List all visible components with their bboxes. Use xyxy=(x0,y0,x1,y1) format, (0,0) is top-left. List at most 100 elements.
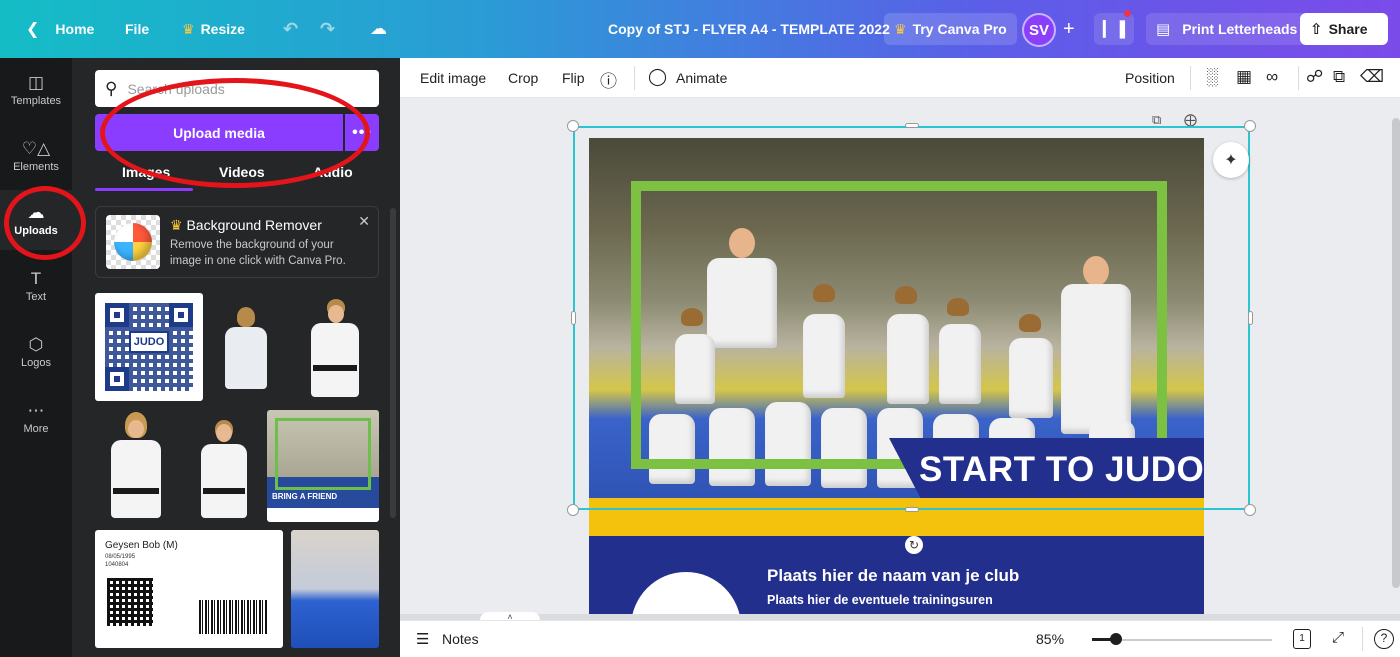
resize-handle[interactable] xyxy=(567,504,579,516)
close-icon[interactable]: ✕ xyxy=(358,213,370,230)
resize-handle[interactable] xyxy=(1244,120,1256,132)
rail-item-uploads[interactable]: ☁ Uploads xyxy=(0,190,72,250)
transparency-icon[interactable]: ▦ xyxy=(1236,67,1252,87)
upload-thumb-bring-a-friend[interactable]: BRING A FRIEND xyxy=(267,410,379,522)
upload-thumb-qr-code[interactable]: JUDO xyxy=(95,293,203,401)
upload-thumb-judoka-woman[interactable] xyxy=(291,293,377,401)
beach-ball-icon xyxy=(114,223,152,261)
search-input[interactable] xyxy=(127,80,358,97)
editor-toolbar: Edit image Crop Flip ⓘ ◯ Animate Positio… xyxy=(400,58,1400,98)
animate-icon[interactable]: ◯ xyxy=(648,67,667,87)
templates-icon: ◫ xyxy=(27,72,45,92)
resize-handle[interactable] xyxy=(567,120,579,132)
add-member-icon[interactable]: + xyxy=(1063,0,1075,58)
cloud-saved-icon[interactable]: ☁ xyxy=(370,0,387,58)
card-name: Geysen Bob (M) xyxy=(105,540,178,551)
home-button[interactable]: ❮ Home xyxy=(26,0,94,58)
resize-handle[interactable] xyxy=(1244,504,1256,516)
rail-label: More xyxy=(23,422,49,435)
design-canvas[interactable]: ⧉ ⨁ START TO JUDO Plaats hier de naam va… xyxy=(400,98,1400,614)
crop-button[interactable]: Crop xyxy=(508,70,538,86)
chevron-left-icon: ❮ xyxy=(26,21,40,38)
resize-handle[interactable] xyxy=(1248,311,1253,325)
upload-thumb-kids-on-mat[interactable] xyxy=(291,530,379,648)
toolbar-divider xyxy=(1298,66,1299,90)
qr-finder xyxy=(169,303,193,327)
edit-image-button[interactable]: Edit image xyxy=(420,70,486,86)
print-letterheads-button[interactable]: ▤ Print Letterheads xyxy=(1146,13,1308,45)
upload-media-button[interactable]: Upload media xyxy=(95,114,343,151)
training-hours-text[interactable]: Plaats hier de eventuele trainingsuren xyxy=(767,593,993,607)
qr-logo-text: JUDO xyxy=(129,331,169,353)
rail-label: Elements xyxy=(13,160,59,173)
resize-label: Resize xyxy=(200,21,245,37)
belt-shape xyxy=(113,488,159,494)
page-count-button[interactable]: 1 xyxy=(1293,629,1311,649)
redo-icon[interactable]: ↷ xyxy=(320,0,335,58)
magic-edit-icon[interactable]: ✦ xyxy=(1213,142,1249,178)
paint-roller-icon[interactable]: ░ xyxy=(1206,67,1218,87)
crown-icon: ♛ xyxy=(170,217,183,233)
canvas-scrollbar[interactable] xyxy=(1392,118,1400,588)
file-menu[interactable]: File xyxy=(125,0,149,58)
print-label: Print Letterheads xyxy=(1182,21,1298,37)
resize-handle[interactable] xyxy=(905,507,919,512)
document-title[interactable]: Copy of STJ - FLYER A4 - TEMPLATE 2022 xyxy=(608,0,890,58)
tab-videos[interactable]: Videos xyxy=(219,164,265,180)
rail-item-logos[interactable]: ⬡ Logos xyxy=(0,322,72,382)
print-document-icon: ▤ xyxy=(1156,21,1171,38)
gi-shape xyxy=(201,444,247,518)
tab-images[interactable]: Images xyxy=(122,164,170,180)
bar-chart-icon: ▎▐ xyxy=(1102,21,1126,38)
home-label: Home xyxy=(55,21,95,37)
bottom-bar: ☰ Notes 85% 1 ⤢ ? xyxy=(400,620,1400,657)
duplicate-icon[interactable]: ⧉ xyxy=(1333,67,1345,87)
notes-icon[interactable]: ☰ xyxy=(416,630,429,648)
background-remover-promo[interactable]: ♛ Background Remover Remove the backgrou… xyxy=(95,206,379,278)
tab-audio[interactable]: Audio xyxy=(313,164,353,180)
share-upload-icon: ⇧ xyxy=(1310,21,1323,38)
share-button[interactable]: ⇧ Share xyxy=(1300,13,1388,45)
link-icon[interactable]: ∞ xyxy=(1266,67,1278,87)
animate-button[interactable]: Animate xyxy=(676,70,727,86)
zoom-level[interactable]: 85% xyxy=(1036,631,1064,647)
upload-thumb-judoka-blonde[interactable] xyxy=(95,410,177,520)
resize-handle[interactable] xyxy=(571,311,576,325)
card-date: 08/05/1995 xyxy=(105,554,136,560)
fullscreen-icon[interactable]: ⤢ xyxy=(1332,629,1344,646)
avatar[interactable]: SV xyxy=(1022,13,1056,47)
text-icon: T xyxy=(30,268,42,288)
promo-title-text: Background Remover xyxy=(186,217,322,233)
position-button[interactable]: Position xyxy=(1125,70,1175,86)
notes-button[interactable]: Notes xyxy=(442,631,479,647)
rail-item-elements[interactable]: ♡△ Elements xyxy=(0,126,72,186)
qr-finder xyxy=(105,303,129,327)
belt-shape xyxy=(203,488,245,494)
upload-thumb-judoka-medal[interactable] xyxy=(189,410,259,520)
try-canva-pro-button[interactable]: ♛ Try Canva Pro xyxy=(884,13,1017,45)
media-tabs: Images Videos Audio xyxy=(95,158,379,192)
rotate-icon[interactable]: ↻ xyxy=(905,536,923,554)
trash-icon[interactable]: ⌫ xyxy=(1360,67,1384,87)
upload-thumb-woman-back[interactable] xyxy=(213,293,279,401)
info-icon[interactable]: ⓘ xyxy=(600,67,617,92)
lock-icon[interactable]: ☍ xyxy=(1306,67,1323,87)
rail-label: Uploads xyxy=(14,224,58,237)
resize-button[interactable]: ♛ Resize xyxy=(182,0,245,58)
club-name-text[interactable]: Plaats hier de naam van je club xyxy=(767,566,1019,586)
insights-button[interactable]: ▎▐ xyxy=(1094,13,1134,45)
rail-item-templates[interactable]: ◫ Templates xyxy=(0,60,72,120)
search-box[interactable]: ⚲ xyxy=(95,70,379,107)
resize-handle[interactable] xyxy=(905,123,919,128)
upload-more-button[interactable]: ••• xyxy=(345,114,379,151)
upload-thumb-member-card[interactable]: Geysen Bob (M) 08/05/1995 1040804 xyxy=(95,530,283,648)
panel-scrollbar[interactable] xyxy=(390,208,396,518)
rail-item-text[interactable]: T Text xyxy=(0,256,72,316)
undo-icon[interactable]: ↶ xyxy=(283,0,298,58)
elements-icon: ♡△ xyxy=(21,138,51,158)
rail-item-more[interactable]: ⋯ More xyxy=(0,388,72,448)
zoom-slider-knob[interactable] xyxy=(1110,633,1122,645)
help-button[interactable]: ? xyxy=(1374,629,1394,649)
flip-button[interactable]: Flip xyxy=(562,70,585,86)
rail-label: Logos xyxy=(21,356,51,369)
